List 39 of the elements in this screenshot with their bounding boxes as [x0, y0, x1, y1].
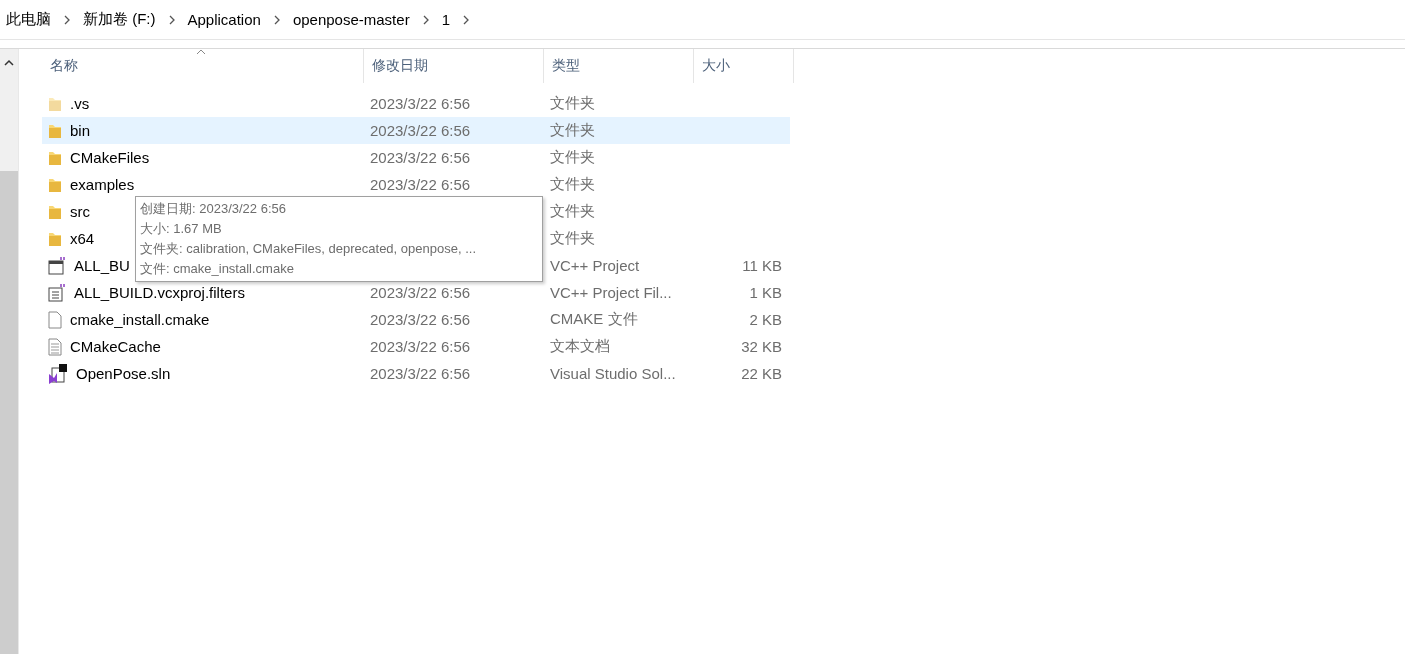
file-name: src — [70, 203, 90, 220]
file-type: 文件夹 — [549, 202, 596, 221]
modified-date: 2023/3/22 6:56 — [369, 365, 472, 382]
tooltip-line: 文件: cmake_install.cmake — [140, 260, 295, 278]
modified-date: 2023/3/22 6:56 — [369, 95, 472, 112]
modified-date: 2023/3/22 6:56 — [369, 122, 472, 139]
tooltip-line: 创建日期: 2023/3/22 6:56 — [140, 200, 287, 218]
file-name: ALL_BUILD.vcxproj.filters — [74, 284, 245, 301]
file-name: .vs — [70, 95, 90, 112]
tooltip-line: 文件夹: calibration, CMakeFiles, deprecated, openpose, ... — [140, 240, 477, 258]
file-name: cmake_install.cmake — [70, 311, 210, 328]
file-type: CMAKE 文件 — [549, 310, 639, 329]
file-name: bin — [70, 122, 91, 139]
file-name: examples — [70, 176, 135, 193]
modified-date: 2023/3/22 6:56 — [369, 311, 472, 328]
file-name: x64 — [70, 230, 95, 247]
tooltip-line: 大小: 1.67 MB — [140, 220, 223, 238]
file-type: VC++ Project Fil... — [549, 284, 673, 301]
file-size: 1 KB — [748, 284, 782, 301]
file-type: 文本文档 — [549, 337, 611, 356]
modified-date: 2023/3/22 6:56 — [369, 338, 472, 355]
modified-date: 2023/3/22 6:56 — [369, 176, 472, 193]
file-size: 32 KB — [740, 338, 782, 355]
file-type: VC++ Project — [549, 257, 641, 274]
file-size: 22 KB — [740, 365, 782, 382]
file-size: 2 KB — [748, 311, 782, 328]
file-type: 文件夹 — [549, 229, 596, 248]
file-name: OpenPose.sln — [76, 365, 171, 382]
file-name: ALL_BU — [74, 257, 130, 274]
file-name: CMakeCache — [70, 338, 161, 355]
file-type: 文件夹 — [549, 175, 596, 194]
modified-date: 2023/3/22 6:56 — [369, 284, 472, 301]
file-type: 文件夹 — [549, 148, 596, 167]
file-type: 文件夹 — [549, 121, 596, 140]
file-type: Visual Studio Sol... — [549, 365, 677, 382]
file-type: 文件夹 — [549, 94, 596, 113]
file-size: 11 KB — [741, 257, 782, 274]
modified-date: 2023/3/22 6:56 — [369, 149, 472, 166]
file-name: CMakeFiles — [70, 149, 150, 166]
